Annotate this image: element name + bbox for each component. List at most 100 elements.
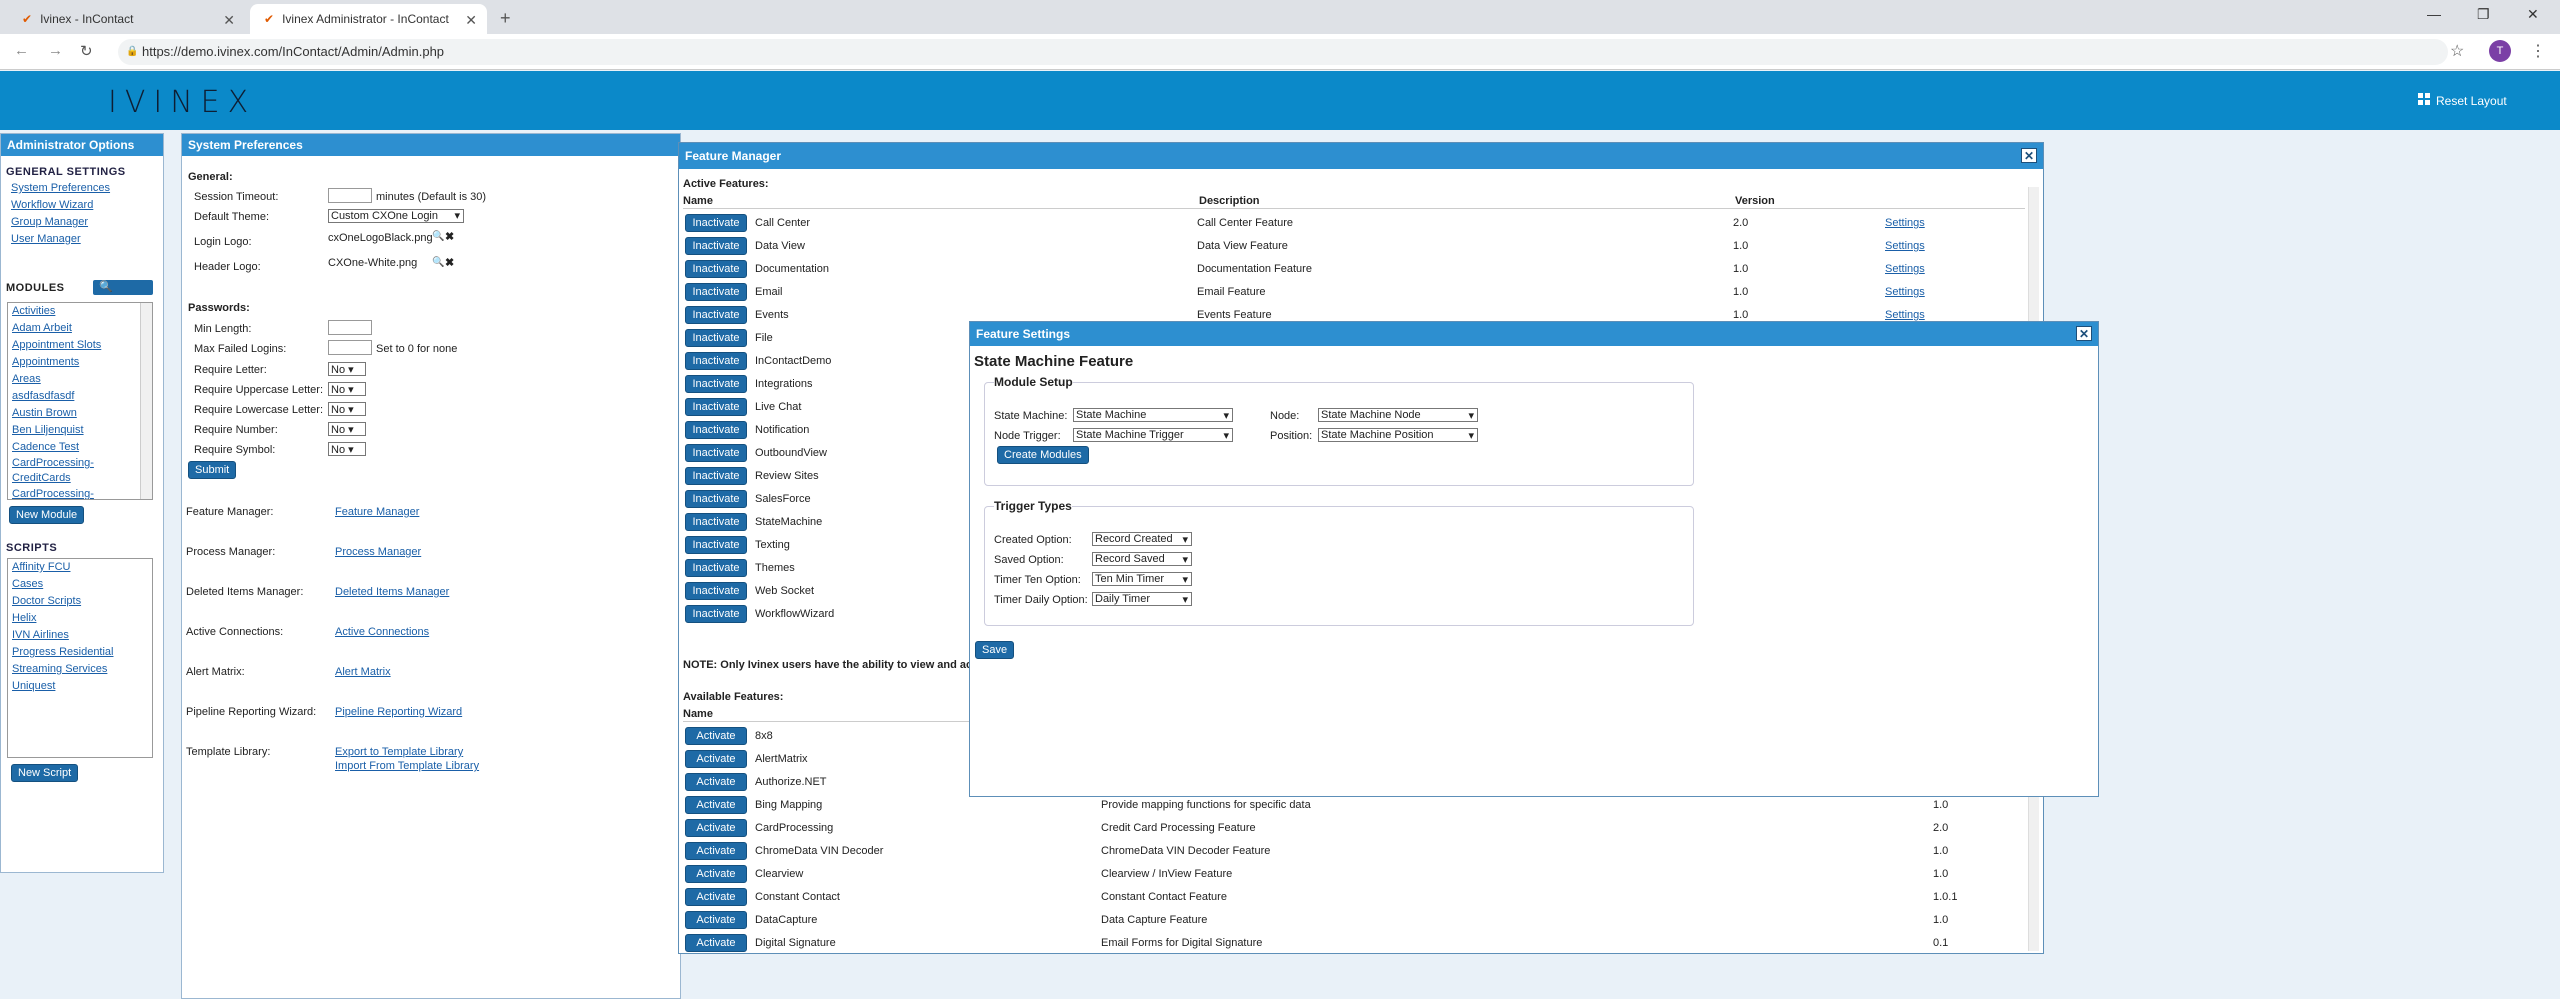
browser-tab[interactable]: ✔ Ivinex - InContact ✕ — [8, 4, 245, 34]
restore-icon[interactable]: ❐ — [2477, 6, 2490, 23]
node-trigger-select[interactable]: State Machine Trigger ▾ — [1073, 428, 1233, 442]
create-modules-button[interactable]: Create Modules — [997, 446, 1089, 464]
pipeline-wizard-link[interactable]: Pipeline Reporting Wizard — [335, 706, 462, 718]
module-item[interactable]: Activities — [12, 305, 55, 317]
module-item[interactable]: Austin Brown — [12, 407, 77, 419]
module-item[interactable]: CardProcessing- — [12, 488, 94, 499]
inactivate-button[interactable]: Inactivate — [685, 536, 747, 554]
inactivate-button[interactable]: Inactivate — [685, 283, 747, 301]
back-icon[interactable]: ← — [14, 42, 29, 59]
inactivate-button[interactable]: Inactivate — [685, 398, 747, 416]
close-tab-icon[interactable]: ✕ — [465, 12, 477, 29]
remove-icon[interactable]: ✖ — [445, 230, 454, 243]
process-manager-link[interactable]: Process Manager — [335, 546, 421, 558]
forward-icon[interactable]: → — [48, 42, 63, 59]
module-item[interactable]: Appointments — [12, 356, 79, 368]
link-user-manager[interactable]: User Manager — [11, 233, 81, 245]
max-failed-input[interactable] — [328, 340, 372, 355]
reload-icon[interactable]: ↻ — [80, 42, 93, 60]
inactivate-button[interactable]: Inactivate — [685, 490, 747, 508]
script-item[interactable]: Streaming Services — [12, 663, 107, 675]
inactivate-button[interactable]: Inactivate — [685, 214, 747, 232]
script-item[interactable]: Progress Residential — [12, 646, 114, 658]
inactivate-button[interactable]: Inactivate — [685, 605, 747, 623]
link-system-preferences[interactable]: System Preferences — [11, 182, 110, 194]
profile-avatar[interactable]: T — [2489, 40, 2511, 62]
inactivate-button[interactable]: Inactivate — [685, 237, 747, 255]
state-machine-select[interactable]: State Machine ▾ — [1073, 408, 1233, 422]
script-item[interactable]: Cases — [12, 578, 43, 590]
link-workflow-wizard[interactable]: Workflow Wizard — [11, 199, 93, 211]
inactivate-button[interactable]: Inactivate — [685, 306, 747, 324]
module-item[interactable]: asdfasdfasdf — [12, 390, 74, 402]
remove-icon[interactable]: ✖ — [445, 256, 454, 269]
activate-button[interactable]: Activate — [685, 934, 747, 952]
minimize-icon[interactable]: — — [2427, 6, 2441, 22]
timer-ten-select[interactable]: Ten Min Timer ▾ — [1092, 572, 1192, 586]
active-connections-link[interactable]: Active Connections — [335, 626, 429, 638]
script-item[interactable]: Helix — [12, 612, 36, 624]
activate-button[interactable]: Activate — [685, 773, 747, 791]
settings-link[interactable]: Settings — [1885, 217, 1925, 229]
saved-option-select[interactable]: Record Saved ▾ — [1092, 552, 1192, 566]
scripts-list[interactable]: Affinity FCU Cases Doctor Scripts Helix … — [7, 558, 153, 758]
settings-link[interactable]: Settings — [1885, 263, 1925, 275]
activate-button[interactable]: Activate — [685, 842, 747, 860]
script-item[interactable]: Affinity FCU — [12, 561, 70, 573]
magnifier-icon[interactable]: 🔍 — [432, 257, 444, 268]
module-search-icon[interactable]: 🔍 — [93, 280, 153, 295]
browser-tab-active[interactable]: ✔ Ivinex Administrator - InContact ✕ — [250, 4, 487, 34]
browser-menu-icon[interactable]: ⋮ — [2530, 41, 2546, 61]
import-template-link[interactable]: Import From Template Library — [335, 760, 479, 772]
close-icon[interactable]: ✕ — [2021, 148, 2037, 163]
deleted-items-link[interactable]: Deleted Items Manager — [335, 586, 449, 598]
activate-button[interactable]: Activate — [685, 888, 747, 906]
require-symbol-select[interactable]: No ▾ — [328, 442, 366, 456]
script-item[interactable]: Uniquest — [12, 680, 55, 692]
inactivate-button[interactable]: Inactivate — [685, 559, 747, 577]
settings-link[interactable]: Settings — [1885, 286, 1925, 298]
activate-button[interactable]: Activate — [685, 911, 747, 929]
module-item[interactable]: Areas — [12, 373, 41, 385]
new-module-button[interactable]: New Module — [9, 506, 85, 524]
timer-daily-select[interactable]: Daily Timer ▾ — [1092, 592, 1192, 606]
require-number-select[interactable]: No ▾ — [328, 422, 366, 436]
activate-button[interactable]: Activate — [685, 865, 747, 883]
settings-link[interactable]: Settings — [1885, 240, 1925, 252]
require-upper-select[interactable]: No ▾ — [328, 382, 366, 396]
node-select[interactable]: State Machine Node ▾ — [1318, 408, 1478, 422]
feature-manager-link[interactable]: Feature Manager — [335, 506, 419, 518]
require-lower-select[interactable]: No ▾ — [328, 402, 366, 416]
modules-scrollbar[interactable] — [140, 303, 152, 499]
inactivate-button[interactable]: Inactivate — [685, 444, 747, 462]
inactivate-button[interactable]: Inactivate — [685, 513, 747, 531]
module-item[interactable]: Adam Arbeit — [12, 322, 72, 334]
inactivate-button[interactable]: Inactivate — [685, 352, 747, 370]
close-icon[interactable]: ✕ — [2076, 326, 2092, 341]
inactivate-button[interactable]: Inactivate — [685, 467, 747, 485]
module-item[interactable]: Cadence Test — [12, 441, 79, 453]
link-group-manager[interactable]: Group Manager — [11, 216, 88, 228]
alert-matrix-link[interactable]: Alert Matrix — [335, 666, 391, 678]
module-item[interactable]: Ben Liljenquist — [12, 424, 84, 436]
modules-list[interactable]: Activities Adam Arbeit Appointment Slots… — [7, 302, 153, 500]
script-item[interactable]: IVN Airlines — [12, 629, 69, 641]
activate-button[interactable]: Activate — [685, 750, 747, 768]
module-item[interactable]: CardProcessing-CreditCards — [12, 457, 94, 484]
url-bar[interactable]: 🔒 https://demo.ivinex.com/InContact/Admi… — [118, 39, 2448, 65]
close-tab-icon[interactable]: ✕ — [223, 12, 235, 29]
require-letter-select[interactable]: No ▾ — [328, 362, 366, 376]
save-button[interactable]: Save — [975, 641, 1015, 659]
inactivate-button[interactable]: Inactivate — [685, 582, 747, 600]
session-timeout-input[interactable] — [328, 188, 372, 203]
inactivate-button[interactable]: Inactivate — [685, 260, 747, 278]
submit-button[interactable]: Submit — [188, 461, 237, 479]
window-close-icon[interactable]: ✕ — [2527, 6, 2539, 23]
created-option-select[interactable]: Record Created ▾ — [1092, 532, 1192, 546]
activate-button[interactable]: Activate — [685, 727, 747, 745]
reset-layout-button[interactable]: Reset Layout — [2418, 93, 2507, 108]
script-item[interactable]: Doctor Scripts — [12, 595, 81, 607]
activate-button[interactable]: Activate — [685, 819, 747, 837]
inactivate-button[interactable]: Inactivate — [685, 421, 747, 439]
position-select[interactable]: State Machine Position ▾ — [1318, 428, 1478, 442]
